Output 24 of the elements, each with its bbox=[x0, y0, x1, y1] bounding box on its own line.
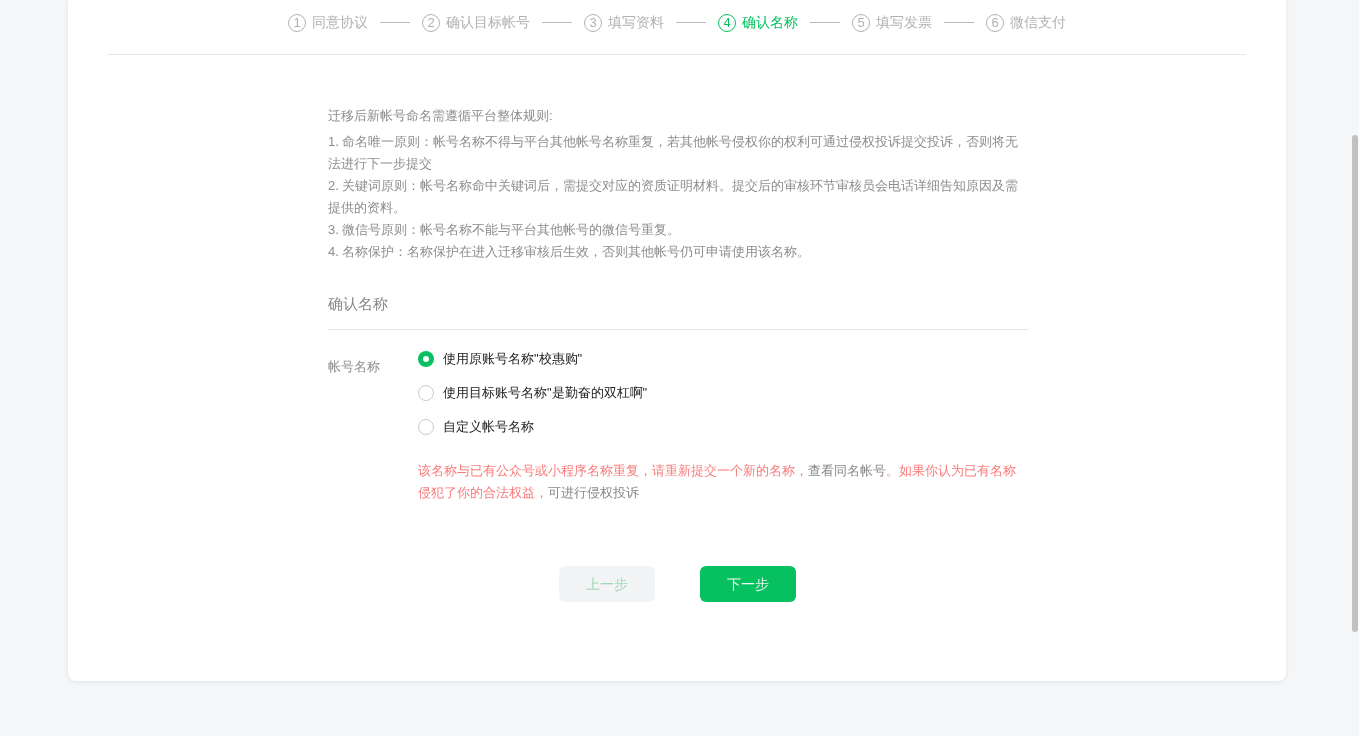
step-item: 5 填写发票 bbox=[852, 12, 932, 33]
step-item: 4 确认名称 bbox=[718, 12, 798, 33]
step-item: 1 同意协议 bbox=[288, 12, 368, 33]
error-link[interactable]: 查看同名帐号 bbox=[808, 463, 886, 478]
radio-button[interactable] bbox=[418, 385, 434, 401]
rule-text: 3. 微信号原则：帐号名称不能与平台其他帐号的微信号重复。 bbox=[328, 221, 682, 239]
step-item: 2 确认目标帐号 bbox=[422, 12, 530, 33]
rules-title: 迁移后新帐号命名需遵循平台整体规则: bbox=[328, 107, 554, 125]
radio-label[interactable]: 自定义帐号名称 bbox=[443, 416, 534, 438]
step-item: 3 填写资料 bbox=[584, 12, 664, 33]
rule-text: 2. 关键词原则：帐号名称命中关键词后，需提交对应的资质证明材料。提交后的审核环节审核员会电话详细告知原因及需提供的资料。 bbox=[328, 177, 1020, 217]
radio-label[interactable]: 使用原账号名称"校惠购" bbox=[443, 348, 583, 370]
radio-label[interactable]: 使用目标账号名称"是勤奋的双杠啊" bbox=[443, 382, 648, 404]
error-message: 该名称与已有公众号或小程序名称重复，请重新提交一个新的名称，查看同名帐号。如果你认为已有名称侵犯了你的合法权益，可进行侵权投诉 bbox=[418, 462, 1017, 502]
section-title: 确认名称 bbox=[328, 293, 1028, 330]
radio-button[interactable] bbox=[418, 419, 434, 435]
radio-button[interactable] bbox=[418, 351, 434, 367]
rule-text: 1. 命名唯一原则：帐号名称不得与平台其他帐号名称重复，若其他帐号侵权你的权利可通过侵权投诉提交投诉，否则将无法进行下一步提交 bbox=[328, 133, 1020, 173]
scrollbar-thumb[interactable] bbox=[1352, 135, 1358, 632]
rule-text: 4. 名称保护：名称保护在进入迁移审核后生效，否则其他帐号仍可申请使用该名称。 bbox=[328, 243, 812, 261]
error-link[interactable]: 可进行侵权投诉 bbox=[548, 485, 639, 500]
step-button[interactable]: 下一步 bbox=[699, 566, 796, 602]
field-label: 帐号名称 bbox=[328, 358, 381, 376]
step-item: 6 微信支付 bbox=[986, 12, 1066, 33]
